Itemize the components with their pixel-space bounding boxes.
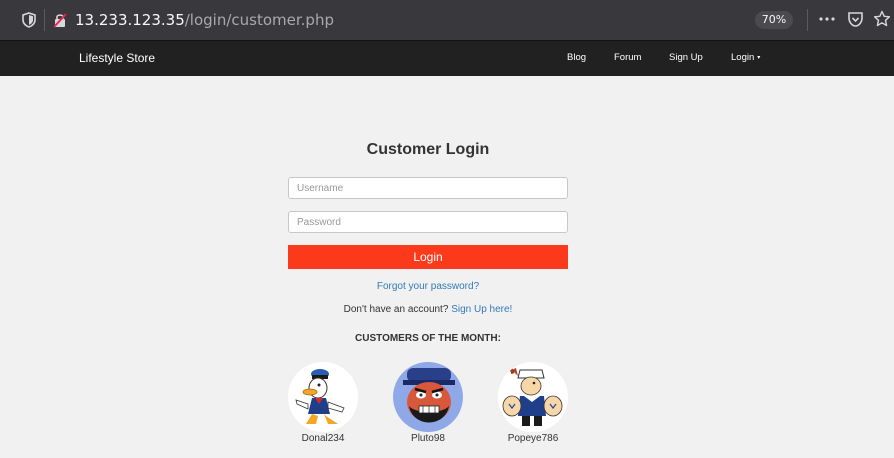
nav-login-label: Login xyxy=(731,52,755,63)
pocket-icon[interactable] xyxy=(847,11,864,28)
username-input[interactable] xyxy=(288,177,568,199)
caret-down-icon: ▾ xyxy=(757,54,761,61)
url-path: /login/customer.php xyxy=(184,11,334,29)
no-account-text: Don't have an account? xyxy=(343,304,449,315)
bookmark-star-icon[interactable] xyxy=(873,10,891,28)
address-url[interactable]: 13.233.123.35/login/customer.php xyxy=(75,11,334,29)
nav-sign-up[interactable]: Sign Up xyxy=(669,52,703,63)
insecure-lock-icon[interactable] xyxy=(53,12,67,28)
brand-link[interactable]: Lifestyle Store xyxy=(79,51,155,65)
customers-heading: CUSTOMERS OF THE MONTH: xyxy=(355,333,501,344)
nav-forum[interactable]: Forum xyxy=(614,52,641,63)
nav-blog[interactable]: Blog xyxy=(567,52,586,63)
customer-avatar-donald xyxy=(288,362,358,432)
forgot-password-link: Forgot your password? xyxy=(0,281,856,292)
forgot-password-label[interactable]: Forgot your password? xyxy=(377,281,479,292)
login-button[interactable]: Login xyxy=(288,245,568,269)
site-navbar: Lifestyle Store Blog Forum Sign Up Login… xyxy=(0,40,894,76)
customer-name: Donal234 xyxy=(301,433,345,444)
customer-avatar-pluto xyxy=(393,362,463,432)
sailor-popeye-cartoon-icon xyxy=(498,362,568,432)
toolbar-divider xyxy=(807,9,808,31)
signup-link[interactable]: Sign Up here! xyxy=(451,304,512,315)
signup-prompt: Don't have an account? Sign Up here! xyxy=(0,304,856,315)
sailor-brute-cartoon-icon xyxy=(393,362,463,432)
customer-name: Popeye786 xyxy=(507,433,559,444)
shield-icon[interactable] xyxy=(22,12,36,28)
customer-name: Pluto98 xyxy=(411,433,445,444)
browser-toolbar: 13.233.123.35/login/customer.php 70% xyxy=(0,0,894,40)
page-title: Customer Login xyxy=(366,141,490,158)
url-host: 13.233.123.35 xyxy=(75,11,185,29)
duck-cartoon-icon xyxy=(288,362,358,432)
nav-login-dropdown[interactable]: Login ▾ xyxy=(731,52,760,63)
zoom-level-button[interactable]: 70% xyxy=(755,11,793,29)
customer-avatar-popeye xyxy=(498,362,568,432)
password-input[interactable] xyxy=(288,211,568,233)
more-icon[interactable] xyxy=(818,10,836,28)
